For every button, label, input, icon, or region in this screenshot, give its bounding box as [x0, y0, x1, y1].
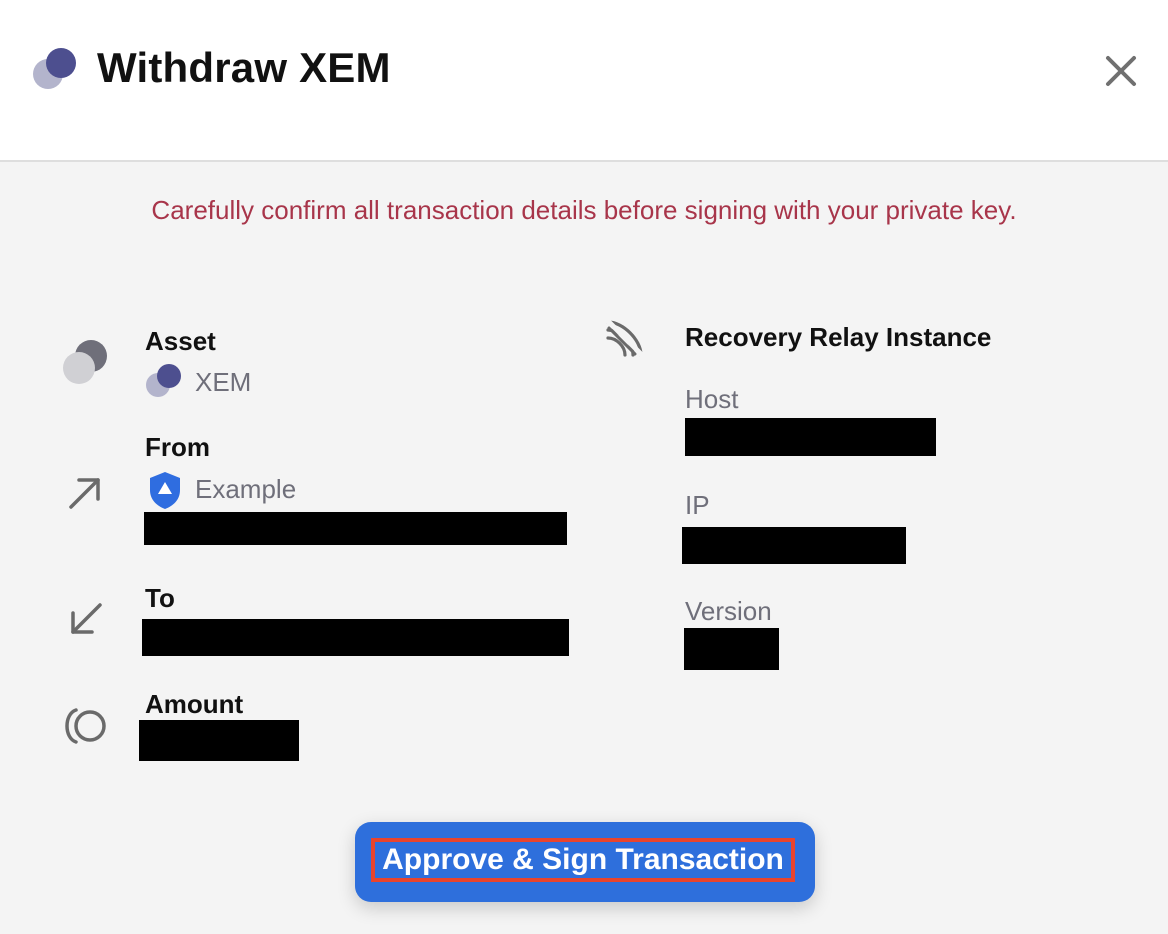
amount-label: Amount	[145, 689, 244, 719]
from-label: From	[145, 432, 210, 462]
relay-title: Recovery Relay Instance	[685, 322, 992, 352]
xem-asset-icon	[146, 364, 181, 397]
shield-icon	[150, 472, 180, 509]
approve-sign-label: Approve & Sign Transaction	[371, 838, 795, 882]
asset-label: Asset	[145, 326, 216, 356]
modal-header: Withdraw XEM	[0, 0, 1168, 162]
ip-label: IP	[685, 490, 710, 520]
asset-value: XEM	[195, 367, 252, 397]
version-label: Version	[685, 596, 772, 626]
from-account-name: Example	[195, 474, 297, 504]
host-value-redacted	[685, 418, 936, 456]
amount-value-redacted	[139, 720, 299, 761]
warning-message: Carefully confirm all transaction detail…	[151, 195, 1017, 225]
version-value-redacted	[684, 628, 779, 670]
ip-value-redacted	[682, 527, 906, 564]
close-icon[interactable]	[1098, 48, 1144, 94]
arrow-up-right-icon	[69, 478, 100, 509]
to-label: To	[145, 583, 175, 613]
to-address-redacted	[142, 619, 569, 656]
arrow-down-left-icon	[71, 603, 102, 634]
signal-icon	[605, 318, 645, 358]
xem-coin-icon	[33, 48, 76, 89]
coins-icon	[63, 340, 107, 384]
host-label: Host	[685, 384, 739, 414]
approve-sign-button[interactable]: Approve & Sign Transaction	[355, 822, 815, 902]
coin-amount-icon	[65, 708, 106, 744]
modal-title: Withdraw XEM	[97, 44, 391, 91]
from-address-redacted	[144, 512, 567, 545]
